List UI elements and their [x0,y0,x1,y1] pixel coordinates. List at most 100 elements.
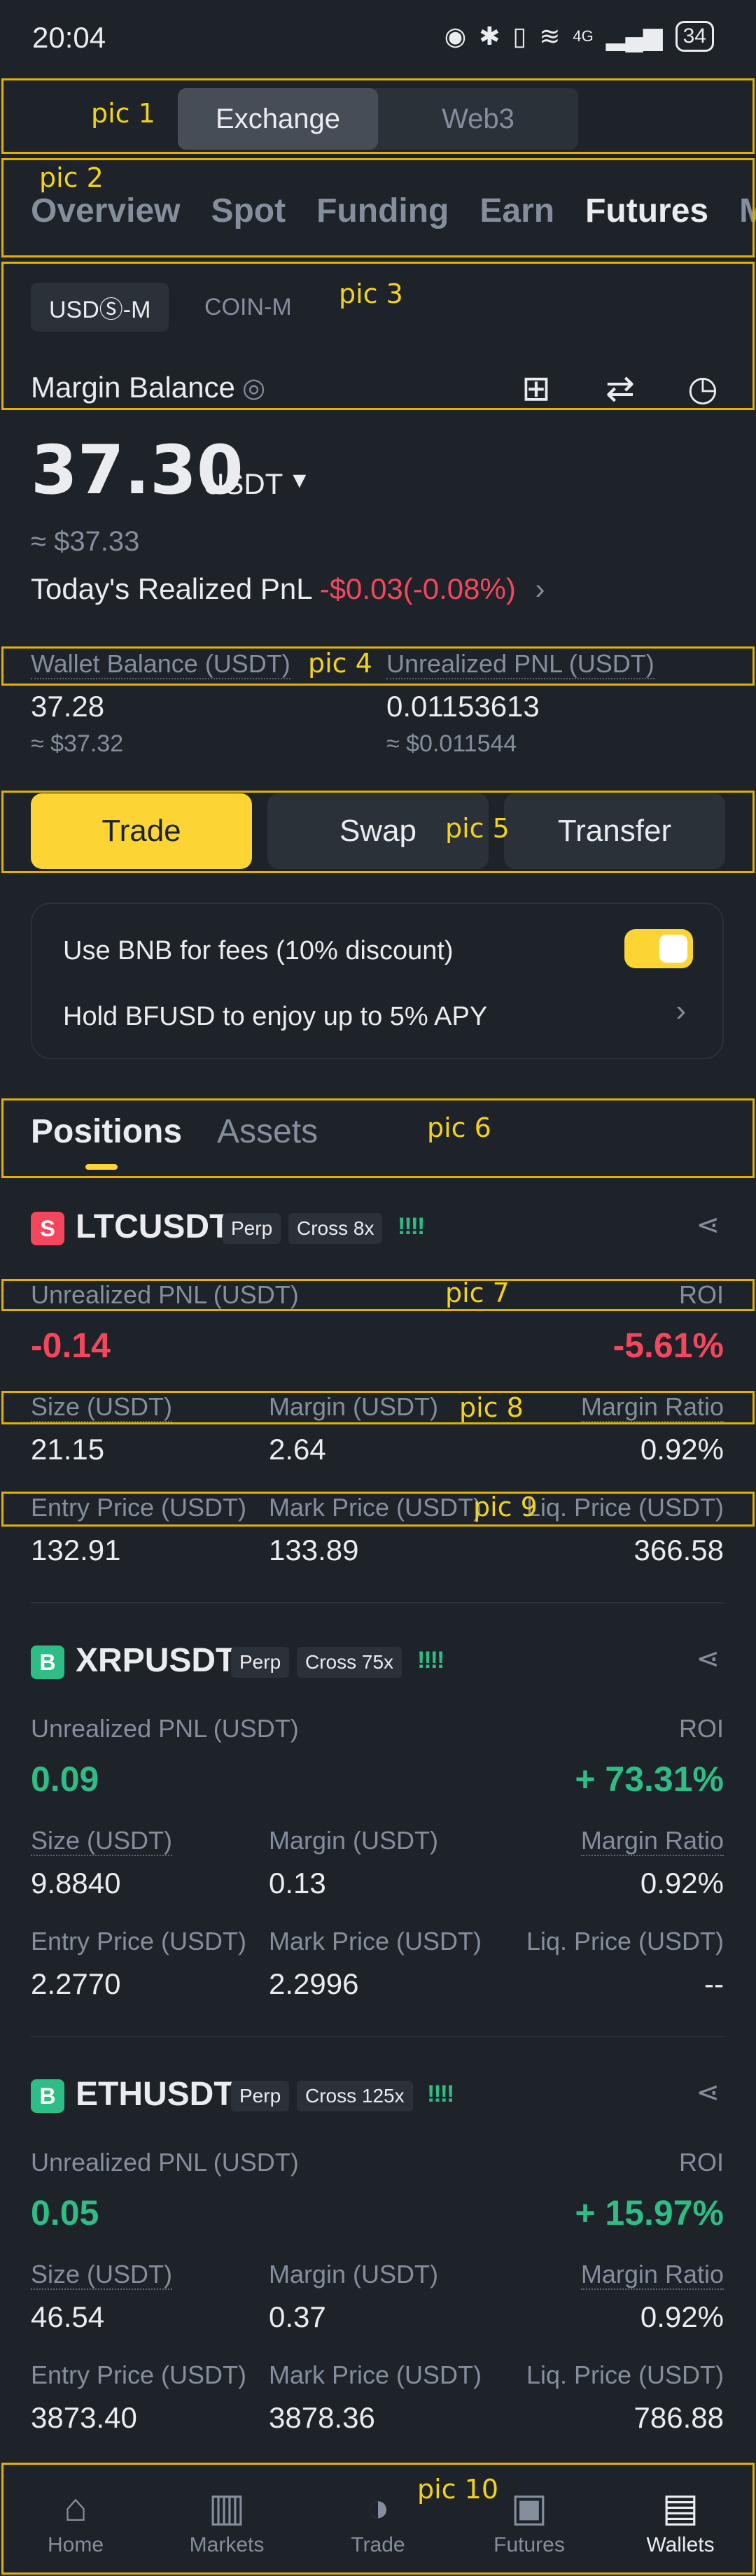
share-icon[interactable]: ⋖ [696,1643,720,1675]
annotation-label: pic 1 [91,98,155,129]
liq-price-label: Liq. Price (USDT) [526,1493,724,1522]
tab-more[interactable]: M [739,192,756,230]
entry-price-value: 132.91 [31,1534,121,1566]
balance-unit[interactable]: USDT [203,467,283,501]
side-badge: B [31,2079,64,2113]
realized-pnl-row[interactable]: Today's Realized PnL -$0.03(-0.08%) › [31,572,545,606]
adl-bars-icon: !!!! [427,2081,454,2107]
side-badge: S [31,1212,64,1245]
unrealized-pnl-label: Unrealized PNL (USDT) [31,2148,299,2177]
leverage-tag[interactable]: Cross 8x [288,1213,383,1244]
nav-markets-label: Markets [189,2533,265,2556]
tab-futures[interactable]: Futures [585,192,708,230]
action-buttons: Trade Swap Transfer [31,793,725,869]
nav-home[interactable]: ⌂ Home [0,2465,151,2576]
mark-price-label: Mark Price (USDT) [269,1493,482,1522]
wallet-icon: ▤ [662,2485,699,2529]
wallet-balance-value: 37.28 [31,690,105,723]
hide-balance-icon[interactable]: ◎ [242,372,265,404]
roi-label: ROI [678,1280,724,1309]
gift-icon[interactable]: ⊞ [515,368,557,409]
margin-label: Margin (USDT) [269,1392,439,1421]
size-value: 9.8840 [31,1867,121,1899]
unrealized-pnl-label: Unrealized PNL (USDT) [386,649,654,679]
divider [31,1602,724,1604]
tab-earn[interactable]: Earn [479,192,554,230]
margin-ratio-label: Margin Ratio [580,1826,724,1856]
mark-price-value: 2.2996 [269,1967,359,2000]
nav-wallets[interactable]: ▤ Wallets [605,2465,756,2576]
mark-price-label: Mark Price (USDT) [269,2361,482,2389]
leverage-tag[interactable]: Cross 125x [297,2081,413,2111]
bluetooth-icon: ✱ [479,22,500,50]
realized-pnl-label: Today's Realized PnL [31,572,312,605]
promo-card: Use BNB for fees (10% discount) Hold BFU… [31,903,724,1059]
liq-price-value: -- [704,1967,724,2000]
entry-price-value: 3873.40 [31,2401,137,2434]
roi-label: ROI [678,1714,724,1743]
divider [31,2036,724,2037]
tab-web3[interactable]: Web3 [378,88,578,150]
realized-pnl-value: -$0.03(-0.08%) [319,572,516,605]
mark-price-value: 133.89 [269,1534,359,1566]
share-icon[interactable]: ⋖ [696,2076,720,2109]
size-value: 46.54 [31,2300,105,2333]
signal-icon: ▂▄▆ [606,22,663,50]
status-bar: 20:04 ◉ ✱ ▯ ≋ 4G ▂▄▆ 34 [0,0,756,76]
unrealized-pnl-value: 0.09 [31,1760,99,1799]
annotation-label: pic 2 [39,162,104,193]
size-label: Size (USDT) [31,2260,173,2290]
tab-spot[interactable]: Spot [211,192,286,230]
annotation-label: pic 8 [459,1392,524,1423]
position-symbol[interactable]: ETHUSDT [76,2075,234,2114]
tab-assets[interactable]: Assets [217,1112,318,1151]
bfusd-promo-link[interactable]: Hold BFUSD to enjoy up to 5% APY [63,1002,487,1032]
status-icons: ◉ ✱ ▯ ≋ 4G ▂▄▆ 34 [444,21,714,52]
tab-funding[interactable]: Funding [316,192,449,230]
annotation-label: pic 6 [427,1112,491,1143]
wallet-balance-label: Wallet Balance (USDT) [31,649,290,679]
unrealized-pnl-label: Unrealized PNL (USDT) [31,1280,299,1309]
nav-markets[interactable]: ▥ Markets [151,2465,302,2576]
mark-price-label: Mark Price (USDT) [269,1927,482,1955]
position-symbol[interactable]: XRPUSDT [76,1641,236,1680]
liq-price-value: 786.88 [634,2401,724,2434]
tab-positions[interactable]: Positions [31,1112,182,1151]
margin-ratio-label: Margin Ratio [580,1392,724,1422]
usdm-toggle[interactable]: USDⓈ-M [31,283,169,332]
trade-icon: ◑ [366,2485,390,2529]
entry-price-label: Entry Price (USDT) [31,1927,247,1955]
chevron-down-icon[interactable]: ▼ [288,467,311,493]
margin-ratio-label: Margin Ratio [580,2260,724,2290]
exchange-web3-switch: Exchange Web3 [178,88,578,150]
margin-label: Margin (USDT) [269,2260,439,2288]
battery-indicator: 34 [675,21,714,52]
leverage-tag[interactable]: Cross 75x [297,1647,402,1678]
annotation-label: pic 3 [339,278,403,309]
size-value: 21.15 [31,1433,105,1466]
share-icon[interactable]: ⋖ [696,1209,720,1241]
bnb-fee-label: Use BNB for fees (10% discount) [63,936,454,965]
margin-ratio-value: 0.92% [640,1433,724,1466]
positions-tabs: Positions Assets [31,1112,318,1151]
annotation-label: pic 10 [417,2474,499,2505]
transfer-arrows-icon[interactable]: ⇄ [599,368,641,409]
nav-wallets-label: Wallets [646,2533,715,2556]
annotation-label: pic 4 [308,648,372,679]
margin-value: 2.64 [269,1433,326,1466]
vibrate-icon: ▯ [512,22,527,50]
trade-button[interactable]: Trade [31,793,252,869]
transfer-button[interactable]: Transfer [504,793,725,869]
tab-exchange[interactable]: Exchange [178,88,378,150]
margin-balance-label: Margin Balance [31,371,235,404]
position-symbol[interactable]: LTCUSDT [76,1208,230,1246]
tab-overview[interactable]: Overview [31,192,180,230]
eye-icon: ◉ [444,22,467,50]
contract-type-tag: Perp [231,2081,290,2111]
bnb-fee-toggle[interactable] [624,929,693,968]
coinm-toggle[interactable]: COIN-M [204,294,292,321]
history-icon[interactable]: ◷ [682,368,724,409]
network-label: 4G [573,27,594,45]
contract-type-tag: Perp [223,1213,281,1244]
home-icon: ⌂ [64,2485,88,2529]
